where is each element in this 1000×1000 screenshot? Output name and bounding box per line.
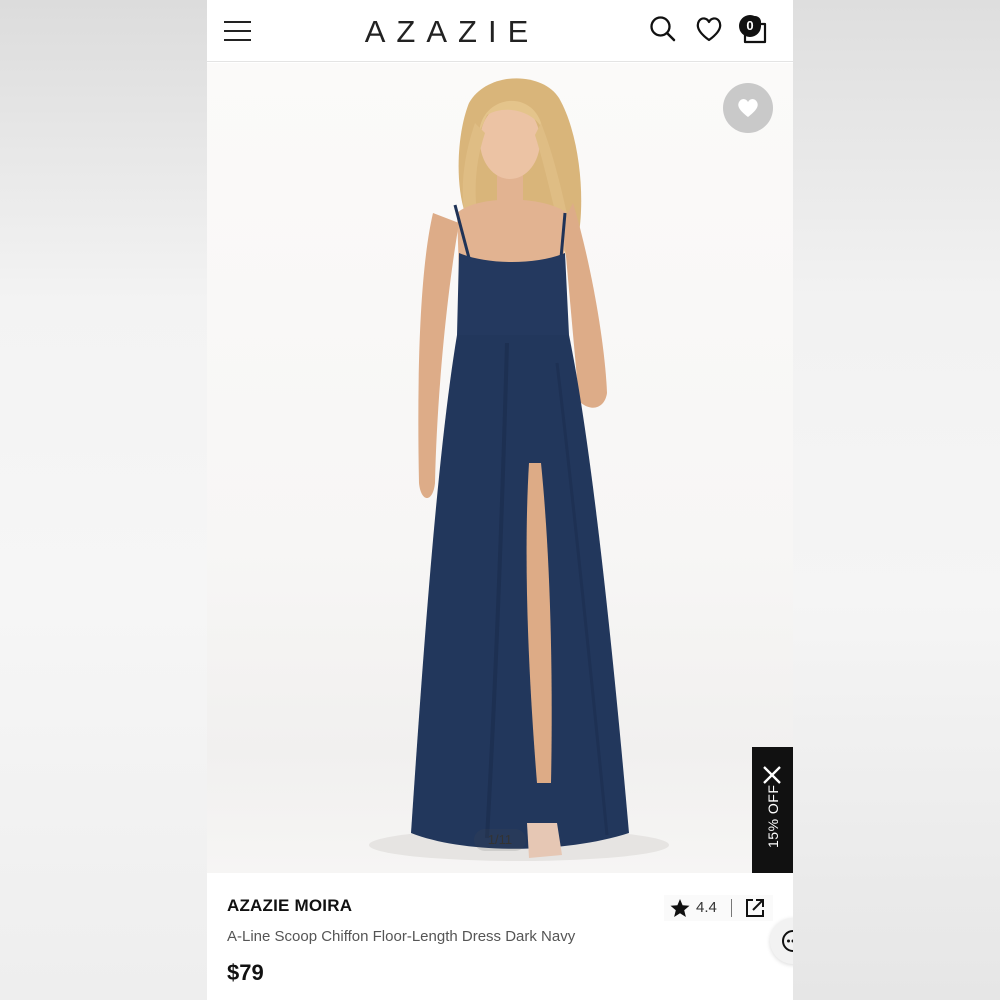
- menu-icon[interactable]: [224, 21, 251, 41]
- right-background: [793, 0, 1000, 1000]
- dress-model-illustration: [369, 78, 669, 861]
- site-header: AZAZIE 0: [207, 0, 793, 62]
- chat-button[interactable]: [770, 918, 793, 964]
- product-subtitle: A-Line Scoop Chiffon Floor-Length Dress …: [227, 928, 576, 945]
- search-icon[interactable]: [648, 14, 678, 44]
- chat-icon: [782, 930, 793, 952]
- left-background: [0, 0, 207, 1000]
- heart-icon[interactable]: [694, 14, 724, 44]
- star-icon: [670, 899, 690, 917]
- heart-icon: [738, 99, 758, 117]
- product-price: $79: [227, 960, 264, 985]
- product-info: AZAZIE MOIRA A-Line Scoop Chiffon Floor-…: [207, 873, 793, 1000]
- phone-screen: AZAZIE 0 1/11 15% OFF AZAZIE MOIRA A-Lin…: [207, 0, 793, 1000]
- promo-label: 15% OFF: [765, 784, 781, 848]
- product-image[interactable]: 1/11: [207, 63, 793, 873]
- bag-count-badge: 0: [739, 15, 761, 37]
- promo-tab[interactable]: 15% OFF: [752, 747, 793, 878]
- image-counter: 1/11: [474, 829, 526, 851]
- product-title: AZAZIE MOIRA: [227, 896, 353, 915]
- favorite-button[interactable]: [723, 83, 773, 133]
- site-logo[interactable]: AZAZIE: [352, 14, 552, 50]
- share-icon[interactable]: [744, 897, 766, 919]
- close-icon[interactable]: [762, 765, 782, 785]
- rating-bar: 4.4: [664, 895, 773, 921]
- rating-value[interactable]: 4.4: [696, 899, 717, 916]
- divider: [731, 899, 732, 917]
